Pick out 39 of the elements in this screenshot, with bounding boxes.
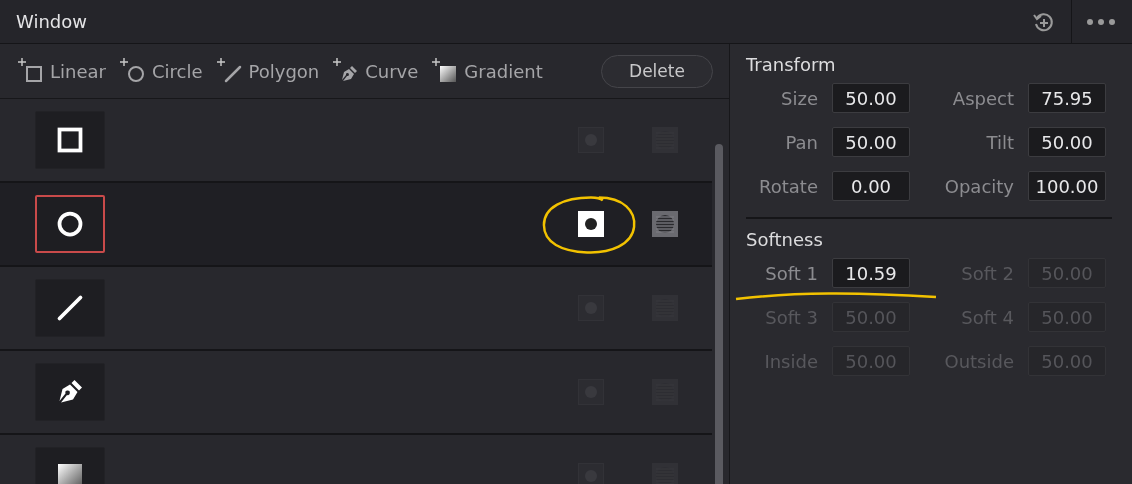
field-label: Size xyxy=(780,87,818,109)
line-icon xyxy=(55,293,85,323)
field-label: Aspect xyxy=(951,87,1014,109)
gradient-square-icon xyxy=(438,64,459,84)
field-label: Soft 1 xyxy=(764,262,818,284)
plus-icon xyxy=(18,58,26,66)
plus-icon xyxy=(333,58,342,66)
line-icon xyxy=(222,64,243,84)
circle-icon xyxy=(55,209,85,239)
section-title: Transform xyxy=(746,54,837,75)
add-window-button[interactable]: Linear xyxy=(18,58,120,84)
plus-icon xyxy=(432,58,441,66)
plus-icon xyxy=(119,58,128,66)
section-title: Softness xyxy=(746,229,824,250)
pen-nib-icon xyxy=(339,64,360,84)
number-field[interactable]: 0.00 xyxy=(832,171,910,201)
number-field[interactable]: 50.00 xyxy=(832,83,910,113)
add-window-button[interactable]: Gradient xyxy=(432,58,557,84)
add-window-button[interactable]: Curve xyxy=(333,58,433,84)
circle-icon xyxy=(125,64,146,84)
more-options-icon[interactable] xyxy=(1086,17,1116,26)
field-label: Pan xyxy=(784,131,818,153)
square-icon xyxy=(24,64,44,84)
delete-button[interactable]: Delete xyxy=(601,54,713,88)
number-field[interactable]: 50.00 xyxy=(1028,127,1106,157)
field-label: Rotate xyxy=(758,175,818,197)
field-label: Tilt xyxy=(985,131,1014,153)
number-field[interactable]: 50.00 xyxy=(832,127,910,157)
add-window-button[interactable]: Polygon xyxy=(216,58,334,84)
plus-icon xyxy=(216,58,225,66)
scrollbar-thumb[interactable] xyxy=(715,144,723,484)
window-title: Window xyxy=(16,11,87,32)
add-window-button[interactable]: Circle xyxy=(119,58,217,84)
number-field[interactable]: 10.59 xyxy=(832,258,910,288)
square-icon xyxy=(55,125,85,155)
field-label: Opacity xyxy=(943,175,1014,197)
number-field[interactable]: 100.00 xyxy=(1028,171,1106,201)
window-row[interactable] xyxy=(0,183,712,267)
number-field[interactable]: 75.95 xyxy=(1028,83,1106,113)
